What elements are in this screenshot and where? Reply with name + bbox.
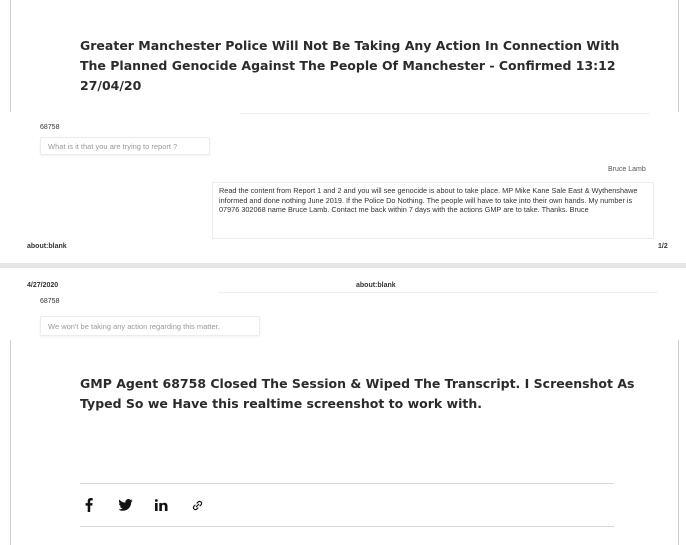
linkedin-icon[interactable] [152,497,170,513]
page-break-divider [0,263,686,268]
twitter-icon[interactable] [116,497,134,513]
agent-reply-bubble: We won't be taking any action regarding … [40,316,260,336]
print-url-label: about:blank [356,282,396,289]
faint-rule [218,292,658,293]
share-divider-top [80,483,614,484]
faint-rule [240,113,650,114]
frame-line-right-bottom [678,340,679,545]
page-number-label: 1/2 [658,243,668,250]
frame-line-right-top [678,0,679,112]
footer-url-label: about:blank [27,243,67,250]
user-message-bubble: Read the content from Report 1 and 2 and… [212,182,654,239]
print-date-label: 4/27/2020 [27,282,59,289]
share-bar [80,497,206,513]
share-divider-bottom [80,526,614,527]
frame-line-left-bottom [10,340,11,545]
agent-id-label: 68758 [40,298,60,305]
article-headline-bottom: GMP Agent 68758 Closed The Session & Wip… [80,376,635,411]
frame-line-left-top [10,0,11,112]
link-icon[interactable] [188,497,206,513]
agent-id-label: 68758 [40,124,60,131]
user-name-label: Bruce Lamb [608,166,646,173]
article-headline-top: Greater Manchester Police Will Not Be Ta… [80,38,620,93]
agent-question-bubble: What is it that you are trying to report… [40,137,210,155]
facebook-icon[interactable] [80,497,98,513]
